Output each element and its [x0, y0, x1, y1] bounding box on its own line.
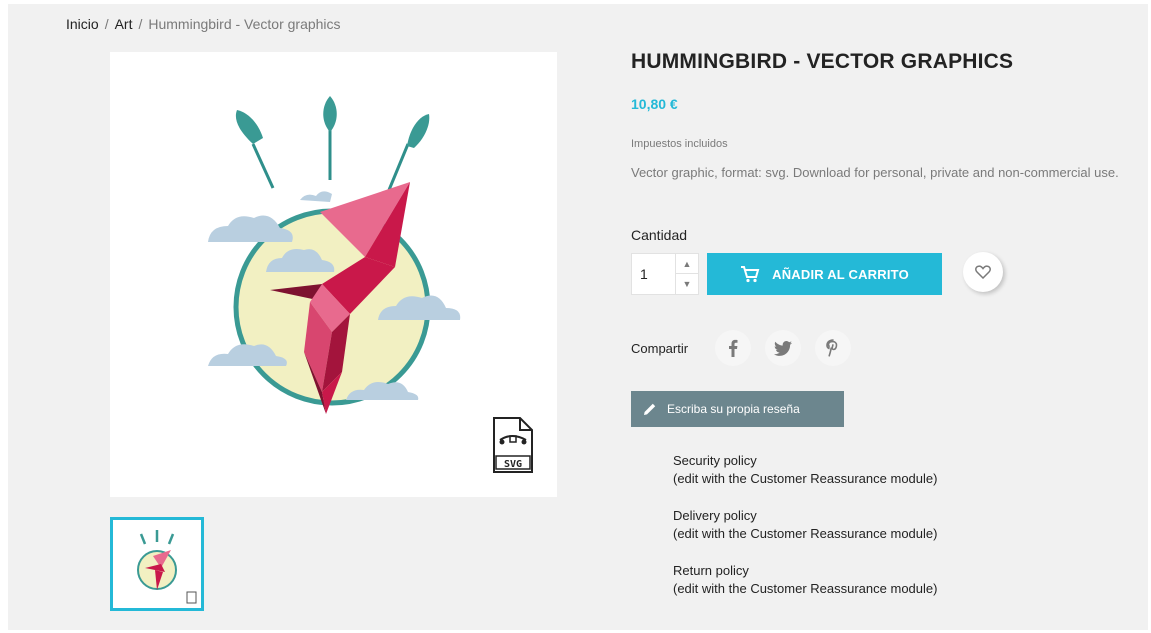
quantity-spinner: ▲ ▼ [675, 254, 698, 294]
feather-left-icon [235, 110, 275, 189]
policy-note: (edit with the Customer Reassurance modu… [673, 471, 938, 486]
facebook-icon [729, 339, 738, 357]
quantity-down-button[interactable]: ▼ [676, 274, 698, 294]
breadcrumb-current: Hummingbird - Vector graphics [148, 16, 341, 32]
add-to-cart-button[interactable]: AÑADIR AL CARRITO [707, 253, 942, 295]
cart-icon [741, 266, 760, 283]
product-description: Vector graphic, format: svg. Download fo… [631, 165, 1119, 180]
quantity-up-button[interactable]: ▲ [676, 254, 698, 274]
svg-file-icon: SVG [493, 417, 533, 473]
feather-right-icon [387, 114, 430, 191]
breadcrumb-category-link[interactable]: Art [115, 16, 133, 32]
pinterest-share-button[interactable] [815, 330, 851, 366]
policy-title: Security policy [673, 453, 757, 468]
product-thumbnail[interactable] [110, 517, 204, 611]
share-label: Compartir [631, 341, 689, 356]
svg-badge-label: SVG [504, 459, 522, 470]
security-policy: Security policy (edit with the Customer … [673, 452, 937, 488]
tax-note: Impuestos incluidos [631, 138, 728, 150]
feather-center-icon [323, 96, 337, 180]
pinterest-icon [826, 339, 838, 357]
product-price: 10,80 € [631, 96, 678, 112]
product-cover-image[interactable]: SVG [110, 52, 557, 497]
heart-icon [975, 265, 991, 279]
write-review-label: Escriba su propia reseña [667, 402, 800, 416]
breadcrumb-separator: / [104, 16, 109, 32]
delivery-policy: Delivery policy (edit with the Customer … [673, 507, 937, 543]
facebook-share-button[interactable] [715, 330, 751, 366]
wishlist-button[interactable] [963, 252, 1003, 292]
write-review-button[interactable]: Escriba su propia reseña [631, 391, 844, 427]
pencil-icon [644, 403, 656, 415]
breadcrumb: Inicio / Art / Hummingbird - Vector graphics [66, 16, 341, 32]
product-title: HUMMINGBIRD - VECTOR GRAPHICS [631, 50, 1014, 73]
breadcrumb-separator: / [138, 16, 143, 32]
policy-title: Delivery policy [673, 508, 757, 523]
policy-note: (edit with the Customer Reassurance modu… [673, 526, 938, 541]
twitter-icon [774, 340, 792, 356]
breadcrumb-home-link[interactable]: Inicio [66, 16, 99, 32]
policy-title: Return policy [673, 563, 749, 578]
twitter-share-button[interactable] [765, 330, 801, 366]
quantity-stepper: ▲ ▼ [631, 253, 699, 295]
quantity-input[interactable] [632, 254, 676, 294]
policy-note: (edit with the Customer Reassurance modu… [673, 581, 938, 596]
return-policy: Return policy (edit with the Customer Re… [673, 562, 937, 598]
thumbnail-image [137, 530, 197, 604]
product-page: Inicio / Art / Hummingbird - Vector graphics [8, 4, 1148, 630]
quantity-label: Cantidad [631, 227, 688, 243]
add-to-cart-label: AÑADIR AL CARRITO [772, 266, 909, 282]
